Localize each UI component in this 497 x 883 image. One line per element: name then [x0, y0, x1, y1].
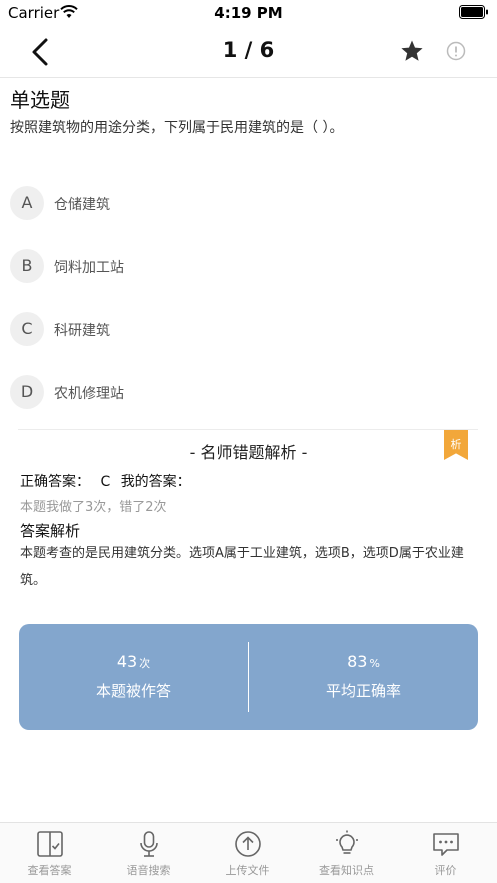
answer-line: 正确答案： C 我的答案：: [20, 471, 197, 491]
star-icon[interactable]: [400, 39, 424, 63]
option-b[interactable]: B 饲料加工站: [10, 246, 480, 286]
analysis-title: - 名师错题解析 -: [189, 443, 308, 462]
microphone-icon: [140, 831, 158, 857]
attempt-count-value: 43: [116, 652, 138, 671]
navigation-bar: 1 / 6: [0, 26, 497, 78]
correct-answer-value: C: [100, 474, 111, 490]
option-text: 农机修理站: [54, 386, 124, 402]
tab-label: 查看答案: [27, 864, 72, 877]
option-letter: D: [10, 375, 44, 409]
tab-view-answer[interactable]: 查看答案: [0, 823, 99, 883]
option-letter: C: [10, 312, 44, 346]
accuracy-stat: 83% 平均正确率: [249, 624, 478, 730]
attempt-summary: 本题我做了3次，错了2次: [20, 500, 167, 515]
correct-answer-label: 正确答案：: [20, 474, 90, 490]
option-text: 仓储建筑: [54, 197, 110, 213]
tab-knowledge-points[interactable]: 查看知识点: [297, 823, 396, 883]
answer-book-icon: [37, 831, 63, 857]
tab-review[interactable]: 评价: [396, 823, 495, 883]
accuracy-label: 平均正确率: [325, 682, 401, 700]
tab-label: 查看知识点: [319, 864, 374, 877]
question-type: 单选题: [10, 88, 70, 112]
comment-icon: [433, 833, 459, 856]
upload-icon: [235, 831, 261, 857]
option-letter: B: [10, 249, 44, 283]
question-text: 按照建筑物的用途分类，下列属于民用建筑的是（ ）。: [10, 120, 344, 136]
lightbulb-icon: [336, 830, 358, 854]
tab-voice-search[interactable]: 语音搜索: [99, 823, 198, 883]
option-c[interactable]: C 科研建筑: [10, 309, 480, 349]
info-circle-icon[interactable]: [445, 40, 467, 62]
explanation-text: 本题考查的是民用建筑分类。选项A属于工业建筑，选项B，选项D属于农业建筑。: [20, 546, 464, 588]
section-divider: [18, 429, 478, 430]
bottom-tab-bar: 查看答案 语音搜索 上传文件 查看知识点 评价: [0, 822, 497, 883]
attempt-count-label: 本题被作答: [95, 682, 171, 700]
accuracy-unit: %: [369, 657, 380, 670]
option-letter: A: [10, 186, 44, 220]
option-text: 饲料加工站: [54, 260, 124, 276]
option-a[interactable]: A 仓储建筑: [10, 183, 480, 223]
status-time: 4:19 PM: [214, 4, 283, 22]
my-answer-label: 我的答案：: [120, 474, 191, 490]
tab-label: 上传文件: [225, 864, 270, 877]
tab-label: 语音搜索: [126, 864, 171, 877]
status-bar: Carrier 4:19 PM: [0, 0, 497, 26]
option-d[interactable]: D 农机修理站: [10, 372, 480, 412]
accuracy-value: 83: [347, 652, 368, 671]
attempt-count-unit: 次: [139, 657, 151, 670]
tab-upload-file[interactable]: 上传文件: [198, 823, 297, 883]
battery-icon: [459, 5, 488, 19]
attempt-count-stat: 43 次 本题被作答: [19, 624, 248, 730]
tab-label: 评价: [434, 864, 457, 877]
stats-card: 43 次 本题被作答 83% 平均正确率: [19, 624, 478, 730]
option-text: 科研建筑: [54, 323, 110, 339]
explanation-title: 答案解析: [20, 522, 81, 540]
